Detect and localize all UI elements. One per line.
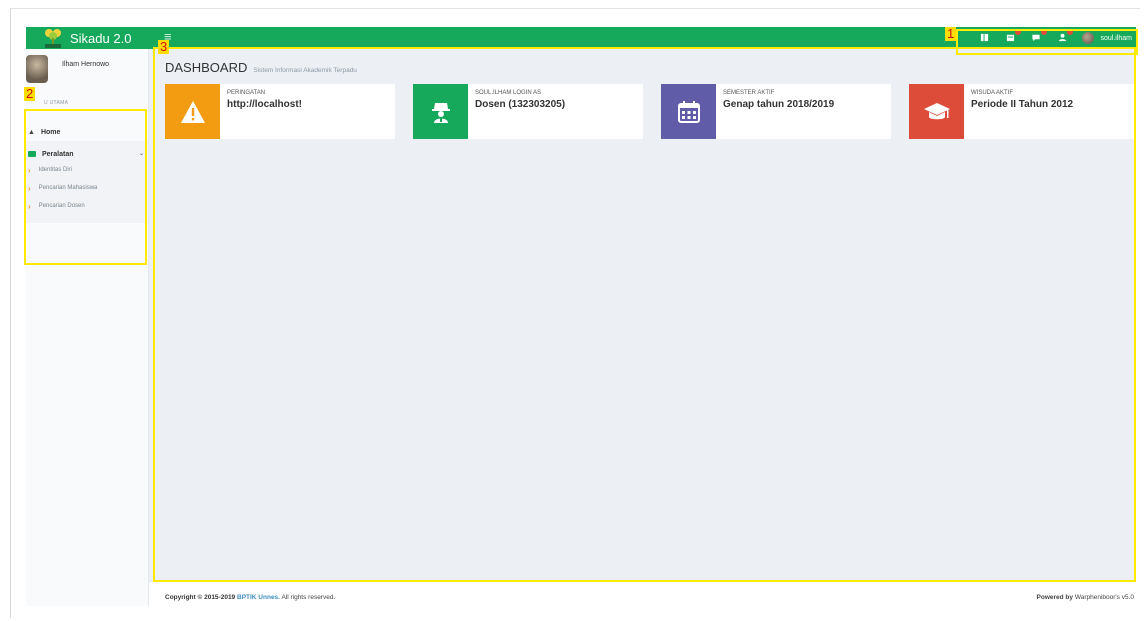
footer: Copyright © 2015-2019 BPTIK Unnes. All r… [149,581,1136,606]
info-box-login: SOUL.ILHAM LOGIN AS Dosen (132303205) [413,84,643,139]
nav-username: soul.ilham [1100,34,1132,42]
info-box-label: SEMESTER AKTIF [723,90,775,96]
info-box-value: Dosen (132303205) [475,99,566,110]
annotation-label-1: 1 [945,26,957,41]
calendar-icon[interactable] [1004,28,1022,44]
copyright-text: Copyright © 2015-2019 [165,594,236,601]
user-icon[interactable] [1056,28,1074,44]
page-subtitle: Sistem Informasi Akademik Terpadu [253,67,357,74]
user-panel: Ilham Hernowo [26,55,109,83]
avatar [1082,32,1095,44]
info-box-peringatan: PERINGATAN http://localhost! [165,84,395,139]
info-box-value: http://localhost! [227,99,302,110]
sidebar-subitem-identitas-diri[interactable]: › Identitas Diri [26,161,148,179]
info-box-label: PERINGATAN [227,90,266,96]
sidebar-item-label: Home [40,128,61,136]
chat-icon[interactable] [1030,28,1048,44]
info-box-text: SEMESTER AKTIF Genap tahun 2018/2019 [723,90,834,110]
info-box-label: SOUL.ILHAM LOGIN AS [475,90,542,96]
info-box-value: Genap tahun 2018/2019 [723,99,835,110]
chevron-right-icon: › [28,201,31,211]
annotation-label-3: 3 [158,39,170,54]
info-box-text: SOUL.ILHAM LOGIN AS Dosen (132303205) [475,90,565,110]
rights-text: All rights reserved. [281,594,336,601]
info-box-text: PERINGATAN http://localhost! [227,90,302,110]
folder-icon [28,151,36,157]
chevron-right-icon: › [28,165,31,175]
info-box-label: WISUDA AKTIF [971,90,1014,96]
bptik-link[interactable]: BPTIK Unnes. [237,594,280,601]
sidebar-item-home[interactable]: ▲ Home [26,125,148,139]
user-secret-icon [413,84,468,139]
user-menu[interactable]: soul.ilham [1082,32,1134,44]
content-header: DASHBOARD Sistem Informasi Akademik Terp… [165,60,357,75]
sidebar-item-label: Peralatan [42,150,74,158]
unnes-logo-icon [42,27,64,49]
sidebar-subitem-label: Pencarian Dosen [38,203,85,209]
book-icon[interactable] [978,33,990,44]
sidebar-subitem-pencarian-dosen[interactable]: › Pencarian Dosen [26,197,148,215]
top-navbar: Sikadu 2.0 ≡ soul.ilham [26,27,1136,49]
avatar [26,55,48,83]
home-icon: ▲ [28,128,35,136]
navbar-right-menu: soul.ilham [978,27,1134,49]
message-badge [1041,28,1048,35]
info-box-semester: SEMESTER AKTIF Genap tahun 2018/2019 [661,84,891,139]
sidebar-group-peralatan: Peralatan ⌄ › Identitas Diri › Pencarian… [26,141,148,223]
page-title: DASHBOARD [165,60,248,75]
info-box-value: Periode II Tahun 2012 [971,99,1074,110]
powered-by-text: Powered by [1036,594,1074,601]
sidebar: Ilham Hernowo U UTAMA ▲ Home Peralatan ⌄… [26,49,149,606]
brand[interactable]: Sikadu 2.0 [42,27,131,49]
footer-powered: Powered by Warpheniboor's v5.0 [1037,594,1134,601]
powered-by-name: Warpheniboor's v5.0 [1074,594,1134,601]
warning-icon [165,84,220,139]
chevron-down-icon: ⌄ [138,151,144,157]
sidebar-subitem-label: Identitas Diri [38,167,73,173]
sidebar-subitem-label: Pencarian Mahasiswa [38,185,98,191]
sidebar-subitem-pencarian-mahasiswa[interactable]: › Pencarian Mahasiswa [26,179,148,197]
main-content: DASHBOARD Sistem Informasi Akademik Terp… [149,49,1139,581]
footer-copyright: Copyright © 2015-2019 BPTIK Unnes. All r… [165,594,335,601]
app-title: Sikadu 2.0 [70,30,132,46]
chevron-right-icon: › [28,183,31,193]
annotation-label-2: 2 [24,86,36,101]
notification-badge [1015,28,1022,35]
menu-header: U UTAMA [44,100,69,106]
info-box-wisuda: WISUDA AKTIF Periode II Tahun 2012 [909,84,1139,139]
user-badge [1067,28,1074,35]
sidebar-user-name: Ilham Hernowo [62,61,110,68]
calendar-icon [661,84,716,139]
graduation-cap-icon [909,84,964,139]
info-box-text: WISUDA AKTIF Periode II Tahun 2012 [971,90,1073,110]
sidebar-item-peralatan[interactable]: Peralatan ⌄ [26,147,148,161]
